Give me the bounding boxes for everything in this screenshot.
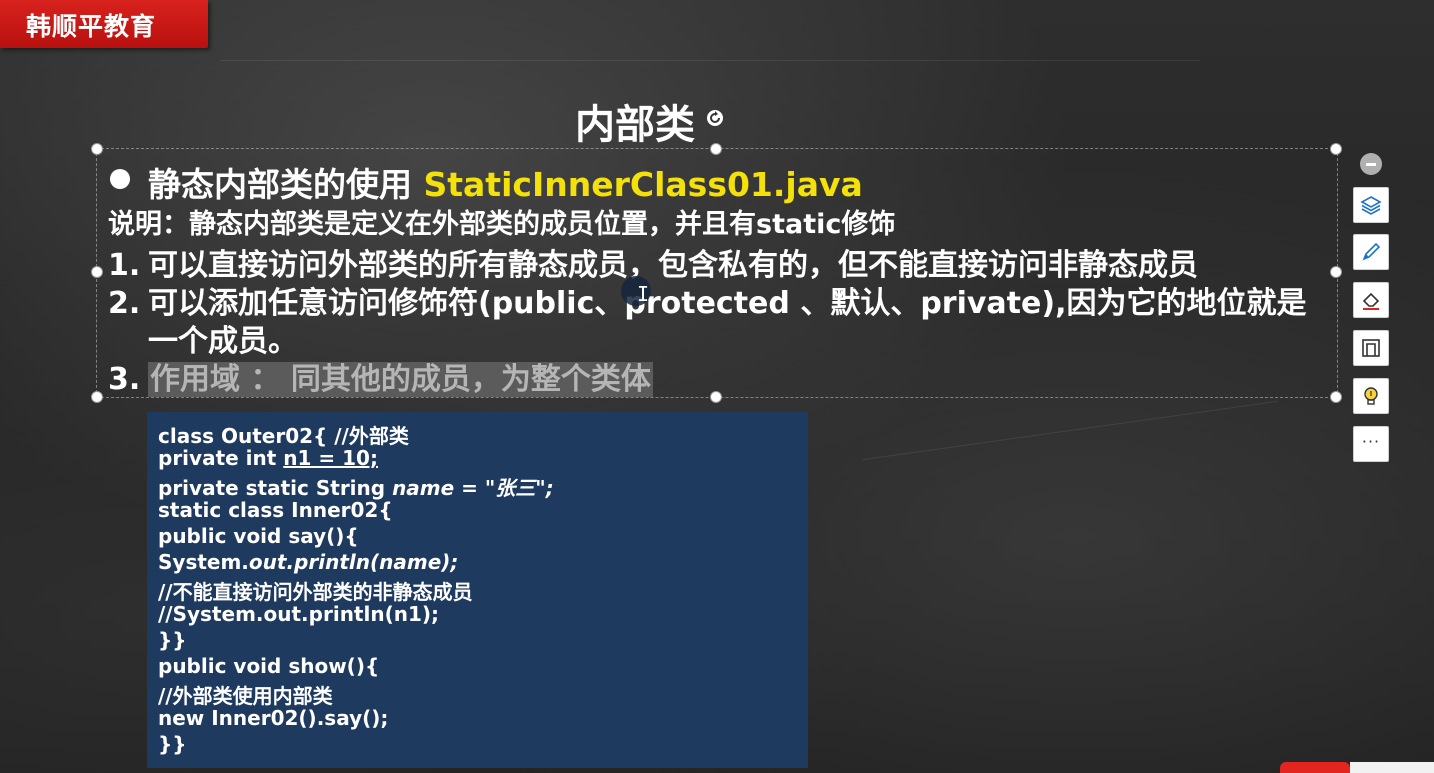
code-line: //不能直接访问外部类的非静态成员 — [158, 580, 473, 604]
section-heading: 静态内部类的使用 StaticInnerClass01.java — [148, 158, 863, 206]
rotate-icon[interactable] — [706, 109, 724, 127]
code-line: System.out.println(name); — [158, 550, 458, 574]
code-line: class Outer02{ //外部类 — [158, 424, 409, 448]
frame-button[interactable] — [1353, 330, 1389, 366]
code-line: }} — [158, 628, 187, 652]
more-icon: ··· — [1361, 431, 1381, 451]
resize-handle-top-right[interactable] — [1330, 143, 1342, 155]
resize-handle-top[interactable] — [710, 143, 722, 155]
code-block: class Outer02{ //外部类 private int n1 = 10… — [147, 412, 808, 768]
brand-badge: 韩顺平教育 — [0, 0, 208, 48]
code-token: name = "张三"; — [392, 476, 554, 500]
code-line: static class Inner02{ — [158, 498, 393, 522]
description: 说明：静态内部类是定义在外部类的成员位置，并且有static修饰 — [108, 209, 896, 240]
layers-button[interactable] — [1353, 187, 1389, 223]
resize-handle-left[interactable] — [91, 266, 103, 278]
code-line: private int n1 = 10; — [158, 446, 378, 470]
pen-icon — [1362, 242, 1381, 261]
list-text: 可以添加任意访问修饰符(public、protected 、默认、private… — [148, 286, 1307, 321]
list-number: 2. — [108, 286, 141, 321]
eraser-button[interactable] — [1353, 282, 1389, 318]
bullet-icon — [110, 169, 130, 189]
idea-button[interactable] — [1353, 378, 1389, 414]
heading-text: 静态内部类的使用 — [148, 165, 424, 204]
code-line: //System.out.println(n1); — [158, 602, 440, 626]
pen-button[interactable] — [1353, 234, 1389, 270]
list-number: 3. — [108, 362, 141, 397]
collapse-icon[interactable] — [1360, 153, 1382, 175]
code-line: //外部类使用内部类 — [158, 684, 333, 708]
list-item: 3. 作用域 ： 同其他的成员，为整个类体 — [108, 354, 653, 398]
lightbulb-icon — [1364, 387, 1378, 405]
resize-handle-right[interactable] — [1330, 266, 1342, 278]
resize-handle-bottom-right[interactable] — [1330, 391, 1342, 403]
layers-icon — [1360, 196, 1382, 215]
corner-tab[interactable] — [1280, 762, 1350, 773]
frame-icon — [1362, 339, 1380, 357]
code-line: new Inner02().say(); — [158, 706, 389, 730]
code-token: System. — [158, 550, 249, 574]
board-texture — [220, 60, 1200, 61]
code-line: private static String name = "张三"; — [158, 472, 554, 501]
text-cursor-icon: I — [637, 282, 650, 306]
resize-handle-bottom[interactable] — [710, 391, 722, 403]
highlighted-text: 作用域 ： 同其他的成员，为整个类体 — [148, 362, 653, 397]
code-line: public void say(){ — [158, 524, 359, 548]
resize-handle-top-left[interactable] — [91, 143, 103, 155]
eraser-icon — [1362, 292, 1380, 310]
code-token: n1 = 10; — [283, 446, 378, 470]
heading-filename: StaticInnerClass01.java — [423, 165, 863, 204]
slide-title: 内部类 — [575, 102, 695, 148]
board-texture — [861, 400, 1279, 461]
code-line: public void show(){ — [158, 654, 380, 678]
corner-panel — [1350, 762, 1434, 773]
brand-label: 韩顺平教育 — [26, 12, 157, 41]
resize-handle-bottom-left[interactable] — [91, 391, 103, 403]
code-token: private static String — [158, 476, 393, 500]
more-button[interactable]: ··· — [1353, 426, 1389, 462]
code-token: private int — [158, 446, 284, 470]
code-token: out.println(name); — [248, 550, 459, 574]
code-line: }} — [158, 732, 187, 756]
